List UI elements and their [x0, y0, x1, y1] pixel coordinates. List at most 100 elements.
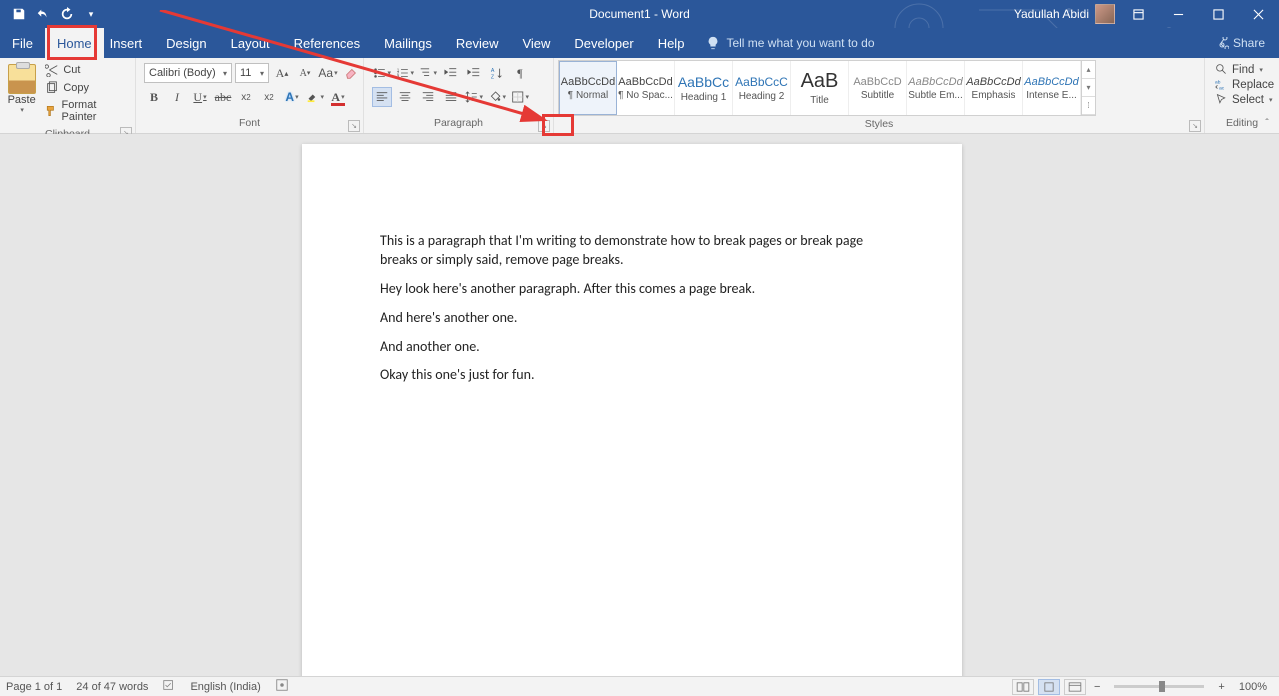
line-spacing-button[interactable]: ▾: [464, 87, 484, 107]
decrease-indent-button[interactable]: [441, 63, 461, 83]
subscript-button[interactable]: x2: [236, 87, 256, 107]
ribbon-display-options-button[interactable]: [1121, 2, 1155, 26]
user-avatar[interactable]: [1095, 4, 1115, 24]
macro-icon[interactable]: [275, 678, 289, 695]
close-button[interactable]: [1241, 2, 1275, 26]
justify-button[interactable]: [441, 87, 461, 107]
zoom-level[interactable]: 100%: [1233, 681, 1273, 693]
read-mode-button[interactable]: [1012, 679, 1034, 695]
replace-button[interactable]: abacReplace: [1215, 78, 1274, 91]
style-subtitle[interactable]: AaBbCcDSubtitle: [849, 61, 907, 115]
paragraph-launcher[interactable]: [538, 120, 550, 132]
tab-developer[interactable]: Developer: [562, 28, 645, 58]
zoom-out-button[interactable]: −: [1090, 681, 1104, 693]
tab-references[interactable]: References: [282, 28, 372, 58]
highlight-button[interactable]: ▾: [305, 87, 325, 107]
outdent-icon: [444, 66, 458, 80]
style-heading1[interactable]: AaBbCcHeading 1: [675, 61, 733, 115]
show-hide-button[interactable]: ¶: [510, 63, 530, 83]
qat-customize-button[interactable]: ▾: [80, 3, 102, 25]
font-color-button[interactable]: A▾: [328, 87, 348, 107]
gallery-scroll[interactable]: ▴▾⁞: [1081, 61, 1095, 115]
shrink-font-button[interactable]: A▾: [295, 63, 315, 83]
clear-formatting-button[interactable]: [341, 63, 361, 83]
share-button[interactable]: Share: [1203, 28, 1279, 58]
word-count[interactable]: 24 of 47 words: [76, 681, 148, 693]
align-center-icon: [398, 90, 412, 104]
increase-indent-button[interactable]: [464, 63, 484, 83]
tab-help[interactable]: Help: [646, 28, 697, 58]
align-left-button[interactable]: [372, 87, 392, 107]
print-layout-button[interactable]: [1038, 679, 1060, 695]
tab-mailings[interactable]: Mailings: [372, 28, 444, 58]
styles-launcher[interactable]: [1189, 120, 1201, 132]
strikethrough-button[interactable]: abc: [213, 87, 233, 107]
paragraph-4[interactable]: And another one.: [380, 338, 884, 357]
web-layout-button[interactable]: [1064, 679, 1086, 695]
paragraph-5[interactable]: Okay this one's just for fun.: [380, 366, 884, 385]
minimize-button[interactable]: [1161, 2, 1195, 26]
shading-button[interactable]: ▾: [487, 87, 507, 107]
superscript-button[interactable]: x2: [259, 87, 279, 107]
copy-button[interactable]: Copy: [43, 80, 127, 96]
font-launcher[interactable]: [348, 120, 360, 132]
zoom-slider[interactable]: [1114, 685, 1204, 688]
justify-icon: [444, 90, 458, 104]
multilevel-list-button[interactable]: ▾: [418, 63, 438, 83]
styles-gallery[interactable]: AaBbCcDd¶ Normal AaBbCcDd¶ No Spac... Aa…: [558, 60, 1096, 116]
language-indicator[interactable]: English (India): [190, 681, 260, 693]
zoom-in-button[interactable]: +: [1214, 681, 1228, 693]
bullets-button[interactable]: ▾: [372, 63, 392, 83]
tab-layout[interactable]: Layout: [219, 28, 282, 58]
format-painter-button[interactable]: Format Painter: [43, 98, 127, 124]
maximize-button[interactable]: [1201, 2, 1235, 26]
font-name-combo[interactable]: Calibri (Body)▾: [144, 63, 232, 83]
style-normal[interactable]: AaBbCcDd¶ Normal: [559, 61, 617, 115]
group-font: Calibri (Body)▾ 11▾ A▴ A▾ Aa▾ B I U▾ abc…: [136, 58, 364, 133]
styles-group-label: Styles: [865, 118, 894, 130]
font-size-combo[interactable]: 11▾: [235, 63, 269, 83]
italic-button[interactable]: I: [167, 87, 187, 107]
bold-button[interactable]: B: [144, 87, 164, 107]
sort-button[interactable]: AZ: [487, 63, 507, 83]
align-right-button[interactable]: [418, 87, 438, 107]
paragraph-3[interactable]: And here's another one.: [380, 309, 884, 328]
grow-font-button[interactable]: A▴: [272, 63, 292, 83]
redo-button[interactable]: [56, 3, 78, 25]
style-subtle-emphasis[interactable]: AaBbCcDdSubtle Em...: [907, 61, 965, 115]
page-indicator[interactable]: Page 1 of 1: [6, 681, 62, 693]
style-no-spacing[interactable]: AaBbCcDd¶ No Spac...: [617, 61, 675, 115]
select-button[interactable]: Select▾: [1215, 93, 1274, 106]
text-effects-button[interactable]: A▾: [282, 87, 302, 107]
paragraph-1[interactable]: This is a paragraph that I'm writing to …: [380, 232, 884, 270]
underline-button[interactable]: U▾: [190, 87, 210, 107]
style-title[interactable]: AaBTitle: [791, 61, 849, 115]
style-intense-emphasis[interactable]: AaBbCcDdIntense E...: [1023, 61, 1081, 115]
style-heading2[interactable]: AaBbCcCHeading 2: [733, 61, 791, 115]
tab-design[interactable]: Design: [154, 28, 218, 58]
document-area[interactable]: This is a paragraph that I'm writing to …: [0, 134, 1279, 676]
tab-home[interactable]: Home: [45, 28, 104, 58]
spellcheck-icon[interactable]: [162, 678, 176, 695]
tab-review[interactable]: Review: [444, 28, 511, 58]
paragraph-2[interactable]: Hey look here's another paragraph. After…: [380, 280, 884, 299]
page[interactable]: This is a paragraph that I'm writing to …: [302, 144, 962, 676]
find-button[interactable]: Find▾: [1215, 63, 1274, 76]
paste-button[interactable]: Paste: [8, 94, 36, 106]
align-center-button[interactable]: [395, 87, 415, 107]
line-spacing-icon: [465, 90, 478, 104]
tab-view[interactable]: View: [510, 28, 562, 58]
undo-button[interactable]: [32, 3, 54, 25]
tab-file[interactable]: File: [0, 28, 45, 58]
numbering-button[interactable]: 123▾: [395, 63, 415, 83]
save-button[interactable]: [8, 3, 30, 25]
paragraph-group-label: Paragraph: [434, 117, 483, 129]
tab-insert[interactable]: Insert: [104, 28, 155, 58]
paste-dropdown[interactable]: ▾: [20, 106, 24, 114]
collapse-ribbon-button[interactable]: ˆ: [1259, 115, 1275, 131]
tell-me-search[interactable]: Tell me what you want to do: [706, 28, 874, 58]
cut-button[interactable]: Cut: [43, 62, 127, 78]
change-case-button[interactable]: Aa▾: [318, 63, 338, 83]
style-emphasis[interactable]: AaBbCcDdEmphasis: [965, 61, 1023, 115]
borders-button[interactable]: ▾: [510, 87, 530, 107]
